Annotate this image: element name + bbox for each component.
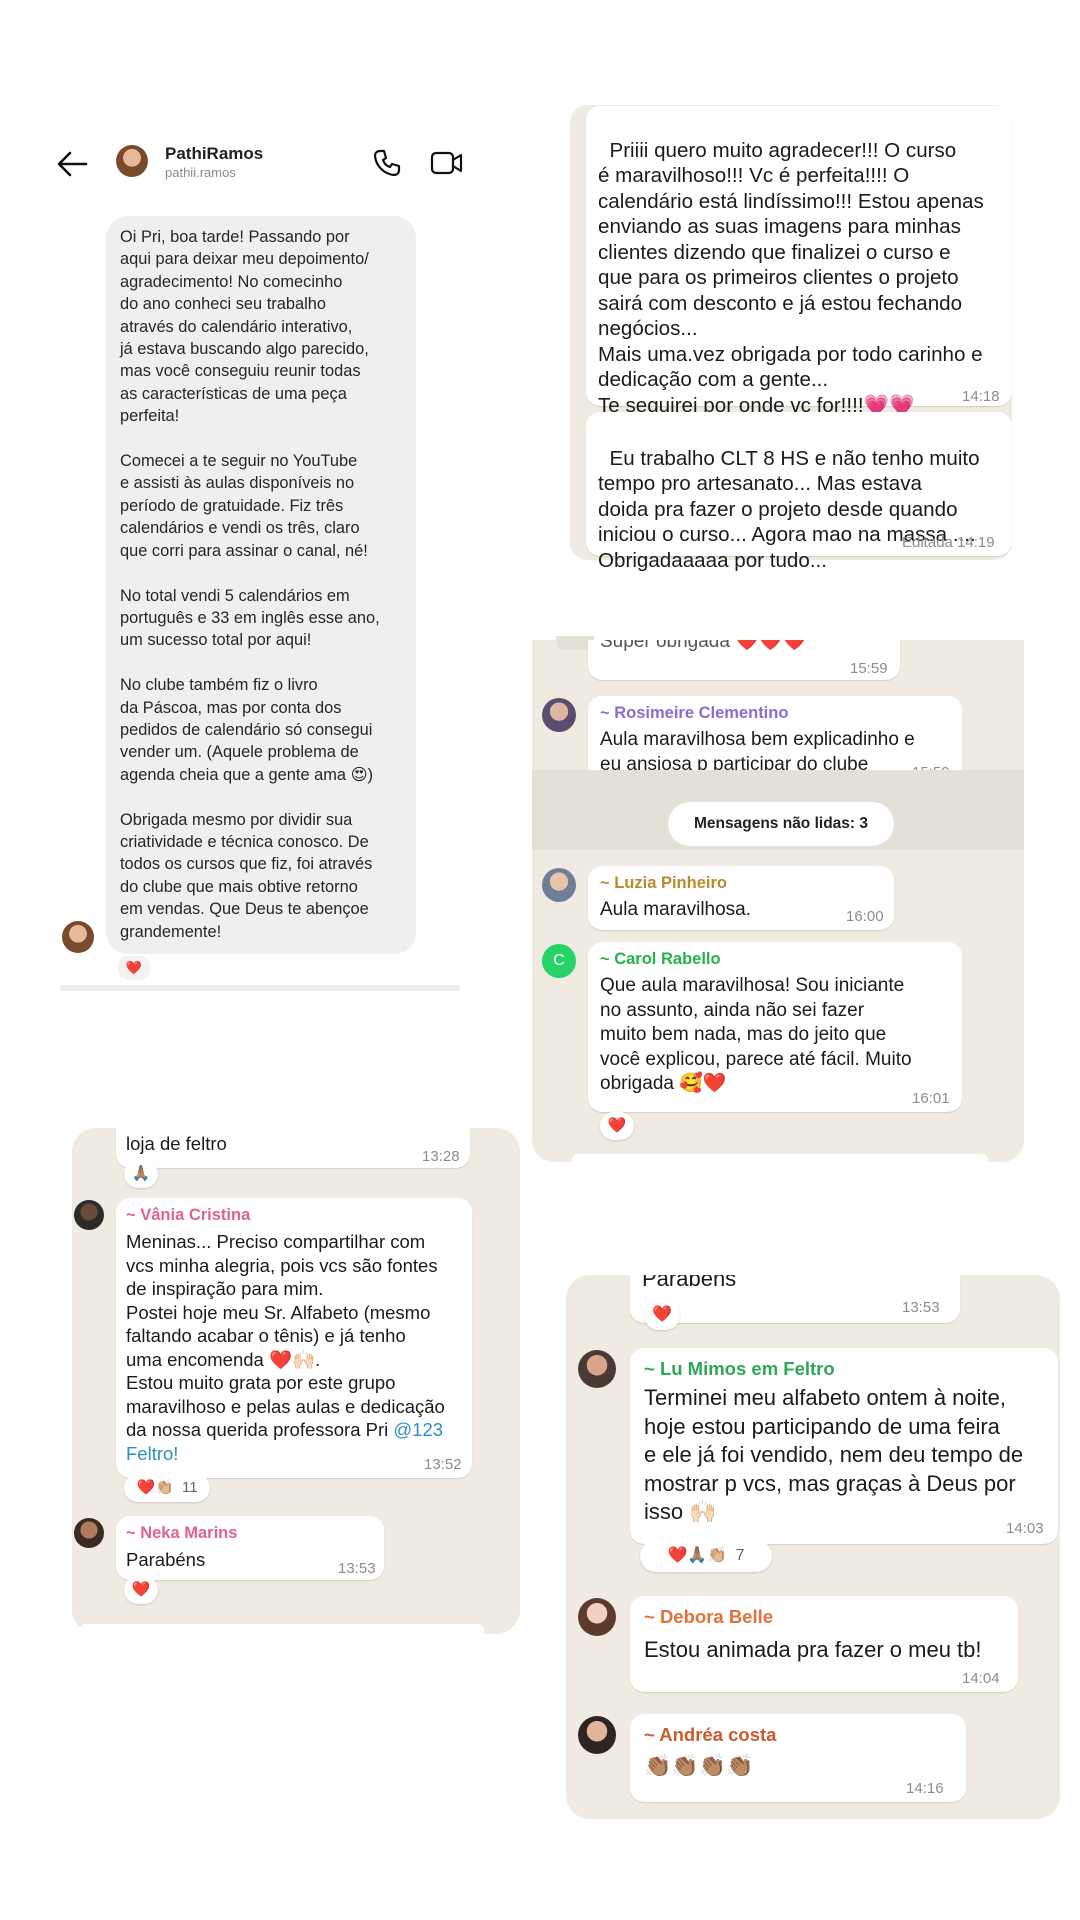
next-message-edge [572, 1154, 988, 1162]
message-text: Aula maravilhosa. [600, 899, 752, 920]
message-text: 👏🏽👏🏽👏🏽👏🏽 [644, 1753, 754, 1778]
message-text: Parabéns [642, 1275, 737, 1291]
sender-name[interactable]: ~ Carol Rabello [600, 950, 721, 969]
sender-name[interactable]: ~ Debora Belle [644, 1606, 773, 1628]
avatar[interactable]: C [542, 944, 576, 978]
message-text: Meninas... Preciso compartilhar com vcs … [126, 1231, 445, 1464]
avatar[interactable] [116, 145, 148, 177]
contact-handle: pathii.ramos [165, 165, 236, 180]
message-bubble[interactable]: loja de feltro 13:28 [116, 1128, 470, 1168]
heart-reaction[interactable]: ❤️ [116, 954, 152, 982]
message-time: 13:52 [424, 1456, 462, 1473]
heart-reaction[interactable]: ❤️ [644, 1300, 680, 1330]
message-time: 14:18 [962, 388, 1000, 405]
sender-avatar[interactable] [62, 921, 94, 953]
sender-name[interactable]: ~ Rosimeire Clementino [600, 704, 788, 723]
message-text: loja de feltro [126, 1133, 227, 1154]
reaction-emojis: ❤️🙏🏽👏🏼 [667, 1547, 728, 1564]
avatar[interactable] [542, 868, 576, 902]
next-message-edge [80, 1624, 484, 1634]
message-bubble[interactable]: Priiii quero muito agradecer!!! O curso … [586, 106, 1012, 417]
reactions-chip[interactable]: ❤️👏🏼 11 [124, 1474, 210, 1502]
phone-icon[interactable] [372, 148, 402, 178]
message-bubble[interactable]: Super obrigada ❤️❤️❤️ 15:59 [588, 640, 900, 680]
next-message-edge [60, 985, 460, 991]
message-bubble[interactable]: ~ Luzia Pinheiro Aula maravilhosa. 16:00 [588, 866, 894, 930]
message-time: 14:03 [1006, 1520, 1044, 1537]
avatar[interactable] [542, 698, 576, 732]
sender-name[interactable]: ~ Lu Mimos em Feltro [644, 1358, 835, 1380]
message-bubble[interactable]: Oi Pri, boa tarde! Passando por aqui par… [106, 216, 416, 954]
message-text: Parabéns [126, 1549, 206, 1570]
avatar[interactable] [74, 1518, 104, 1548]
avatar[interactable] [74, 1200, 104, 1230]
message-bubble[interactable]: ~ Neka Marins Parabéns 13:53 [116, 1516, 384, 1580]
sender-name[interactable]: ~ Luzia Pinheiro [600, 874, 727, 893]
message-time: Editada 14:19 [902, 534, 995, 551]
avatar[interactable] [578, 1716, 616, 1754]
sender-name[interactable]: ~ Neka Marins [126, 1524, 237, 1543]
avatar-initial: C [553, 952, 565, 969]
message-time: 16:01 [912, 1090, 950, 1107]
message-time: 13:53 [902, 1299, 940, 1316]
reaction-count: 7 [735, 1547, 745, 1564]
pray-reaction[interactable]: 🙏🏽 [124, 1160, 158, 1188]
contact-name[interactable]: PathiRamos [165, 144, 263, 164]
heart-reaction[interactable]: ❤️ [124, 1576, 158, 1604]
message-text: Estou animada pra fazer o meu tb! [644, 1637, 982, 1662]
message-text: Que aula maravilhosa! Sou iniciante no a… [600, 975, 912, 1094]
message-time: 13:28 [422, 1148, 460, 1165]
avatar[interactable] [578, 1350, 616, 1388]
reaction-count: 11 [181, 1479, 198, 1496]
unread-messages-badge: Mensagens não lidas: 3 [668, 802, 894, 846]
message-bubble[interactable]: ~ Andréa costa 👏🏽👏🏽👏🏽👏🏽 14:16 [630, 1714, 966, 1802]
message-time: 15:59 [850, 660, 888, 677]
message-text: Terminei meu alfabeto ontem à noite, hoj… [644, 1385, 1024, 1524]
message-time: 16:00 [846, 908, 884, 925]
message-text: Eu trabalho CLT 8 HS e não tenho muito t… [598, 446, 980, 572]
message-time: 14:16 [906, 1780, 944, 1797]
sender-name[interactable]: ~ Vânia Cristina [126, 1206, 250, 1225]
message-text: Priiii quero muito agradecer!!! O curso … [598, 138, 984, 417]
message-bubble[interactable]: ~ Carol Rabello Que aula maravilhosa! So… [588, 942, 962, 1112]
heart-reaction[interactable]: ❤️ [600, 1112, 634, 1140]
video-call-icon[interactable] [430, 148, 464, 178]
message-time: 13:53 [338, 1560, 376, 1577]
back-arrow-icon[interactable] [52, 144, 92, 184]
message-bubble[interactable]: ~ Vânia Cristina Meninas... Preciso comp… [116, 1198, 472, 1478]
message-text: Super obrigada ❤️❤️❤️ [600, 640, 807, 652]
sender-name[interactable]: ~ Andréa costa [644, 1724, 776, 1746]
message-time: 14:04 [962, 1670, 1000, 1687]
avatar[interactable] [578, 1598, 616, 1636]
message-bubble[interactable]: ~ Lu Mimos em Feltro Terminei meu alfabe… [630, 1348, 1058, 1544]
message-bubble[interactable]: ~ Debora Belle Estou animada pra fazer o… [630, 1596, 1018, 1692]
reaction-emojis: ❤️👏🏼 [136, 1479, 174, 1496]
reactions-chip[interactable]: ❤️🙏🏽👏🏼 7 [640, 1540, 772, 1572]
